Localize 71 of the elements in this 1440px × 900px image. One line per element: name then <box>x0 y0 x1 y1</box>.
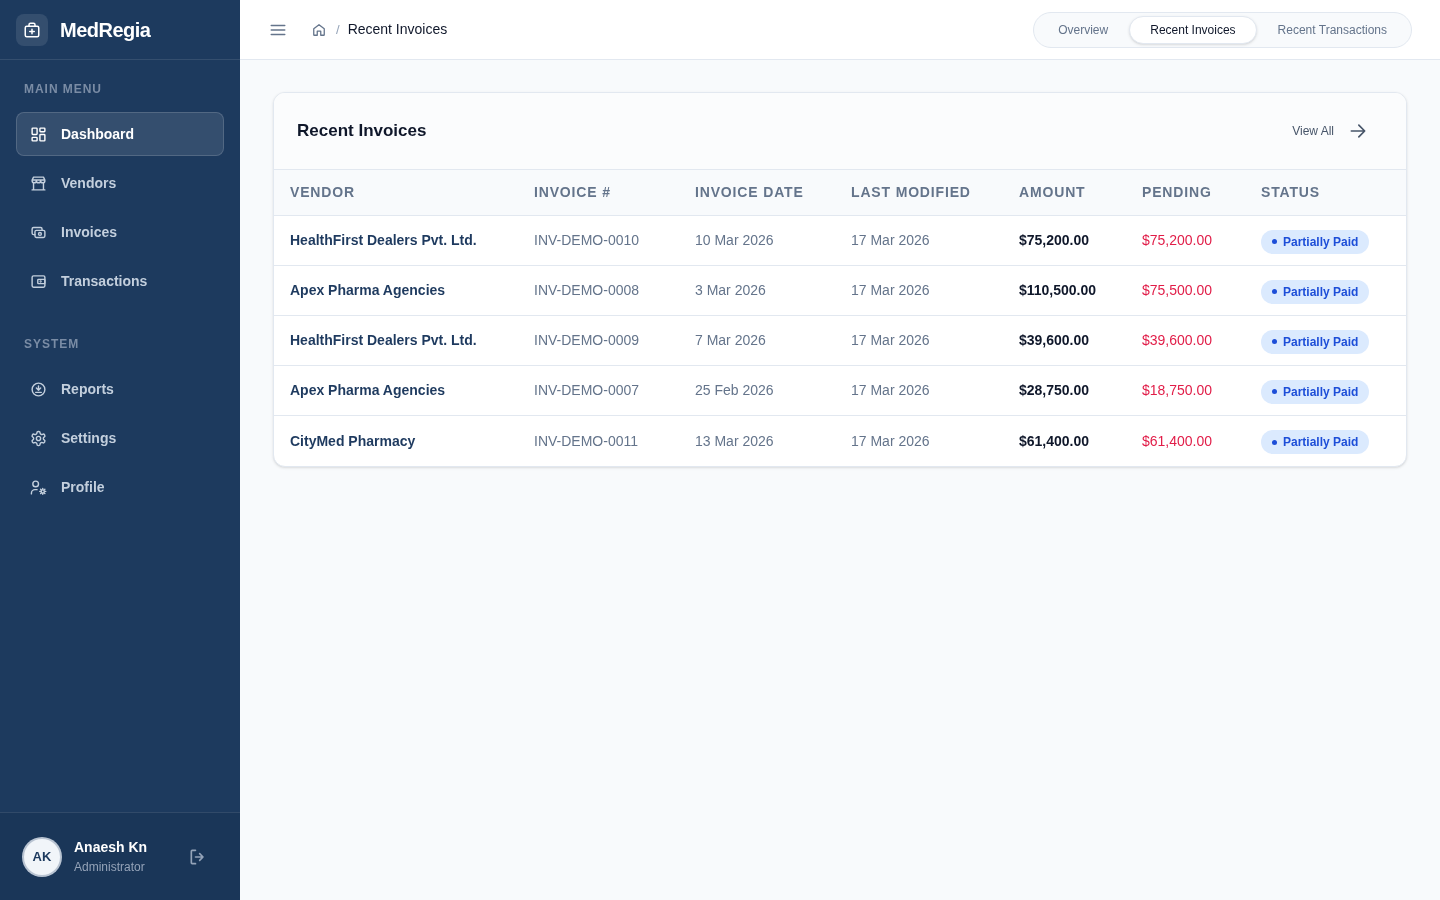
column-header: VENDOR <box>290 183 356 202</box>
table-cell-text: $28,750.00 <box>1019 381 1091 400</box>
table-cell-text: 3 Mar 2026 <box>695 281 767 300</box>
sidebar-section-title: MAIN MENU <box>23 81 103 98</box>
sidebar-item[interactable]: Transactions <box>16 259 224 303</box>
table-cell-text: $39,600.00 <box>1019 331 1091 350</box>
table-cell-text: 17 Mar 2026 <box>851 431 931 451</box>
table-cell-text: HealthFirst Dealers Pvt. Ltd. <box>290 231 478 250</box>
sidebar-item[interactable]: Settings <box>16 416 224 460</box>
grid-icon <box>30 125 47 143</box>
table-cell-text: INV-DEMO-0011 <box>534 431 639 451</box>
table-cell-text: Apex Pharma Agencies <box>290 281 447 300</box>
table-cell-text: $39,600.00 <box>1142 331 1214 350</box>
view-all-link[interactable]: View All <box>1292 121 1368 141</box>
medical-kit-icon <box>16 13 48 46</box>
table-cell-text: 17 Mar 2026 <box>851 281 931 300</box>
user-avatar: AK <box>22 836 62 877</box>
sidebar-item[interactable]: Invoices <box>16 210 224 254</box>
column-header: INVOICE DATE <box>695 183 805 202</box>
tab[interactable]: Recent Transactions <box>1256 15 1408 44</box>
breadcrumb-current: Recent Invoices <box>347 20 448 39</box>
sidebar-section-title: SYSTEM <box>23 336 81 353</box>
status-badge: Partially Paid <box>1261 279 1370 304</box>
table-cell-text: INV-DEMO-0009 <box>534 331 641 350</box>
wallet-icon <box>30 272 47 290</box>
table-cell-text: $18,750.00 <box>1142 381 1214 400</box>
column-header: STATUS <box>1261 183 1321 202</box>
table-cell-text: INV-DEMO-0010 <box>534 231 641 250</box>
table-cell-text: Apex Pharma Agencies <box>290 381 447 400</box>
home-icon[interactable] <box>312 22 326 37</box>
table-cell-text: 17 Mar 2026 <box>851 381 931 400</box>
sidebar-item[interactable]: Dashboard <box>16 112 224 156</box>
table-cell-text: 25 Feb 2026 <box>695 381 775 400</box>
table-cell-text: CityMed Pharmacy <box>290 431 417 451</box>
status-badge: Partially Paid <box>1261 430 1370 455</box>
table-cell-text: $75,200.00 <box>1019 231 1091 250</box>
table-cell-text: 10 Mar 2026 <box>695 231 775 250</box>
status-badge: Partially Paid <box>1261 329 1370 354</box>
table-cell-text: 17 Mar 2026 <box>851 331 931 350</box>
storefront-icon <box>30 174 47 192</box>
user-role: Administrator <box>74 858 146 876</box>
download-icon <box>30 380 47 398</box>
tab[interactable]: Overview <box>1037 15 1130 44</box>
arrow-right-icon <box>1348 121 1368 141</box>
table-cell-text: $61,400.00 <box>1019 431 1091 451</box>
status-badge: Partially Paid <box>1261 229 1370 254</box>
column-header: PENDING <box>1142 183 1213 202</box>
user-name: Anaesh Kn <box>74 837 149 857</box>
table-cell-text: 7 Mar 2026 <box>695 331 767 350</box>
settings-icon <box>30 429 47 447</box>
brand-name: MedRegia <box>60 17 151 43</box>
status-badge: Partially Paid <box>1261 379 1370 404</box>
column-header: LAST MODIFIED <box>851 183 972 202</box>
table-cell-text: $75,500.00 <box>1142 281 1214 300</box>
table-cell-text: 17 Mar 2026 <box>851 231 931 250</box>
table-cell-text: $61,400.00 <box>1142 431 1214 451</box>
tab[interactable]: Recent Invoices <box>1129 15 1257 44</box>
column-header: INVOICE # <box>534 183 612 202</box>
sidebar-item[interactable]: Vendors <box>16 161 224 205</box>
sidebar-item[interactable]: Profile <box>16 465 224 509</box>
sidebar-item[interactable]: Reports <box>16 367 224 411</box>
card-title: Recent Invoices <box>297 120 427 143</box>
table-cell-text: INV-DEMO-0008 <box>534 281 641 300</box>
table-cell-text: $110,500.00 <box>1019 281 1098 300</box>
column-header: AMOUNT <box>1019 183 1087 202</box>
table-cell-text: $75,200.00 <box>1142 231 1214 250</box>
table-cell-text: 13 Mar 2026 <box>695 431 775 451</box>
table-cell-text: HealthFirst Dealers Pvt. Ltd. <box>290 331 478 350</box>
user-gear-icon <box>30 478 47 496</box>
table-cell-text: INV-DEMO-0007 <box>534 381 641 400</box>
breadcrumb-separator: / <box>336 20 340 39</box>
